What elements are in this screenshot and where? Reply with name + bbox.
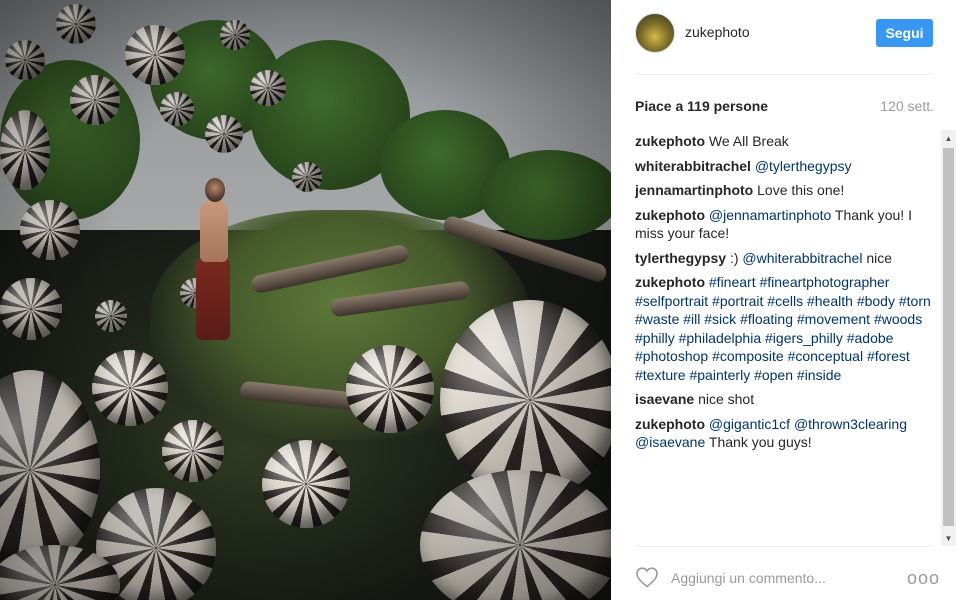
comment-author-link[interactable]: zukephoto	[635, 207, 705, 223]
username-link[interactable]: zukephoto	[685, 24, 750, 40]
hashtag-link[interactable]: #forest	[867, 348, 910, 364]
comment-text: nice shot	[698, 391, 755, 407]
header-divider	[635, 74, 933, 75]
hashtag-link[interactable]: #torn	[899, 293, 931, 309]
hashtag-link[interactable]: #philadelphia	[679, 330, 762, 346]
comment-item: tylerthegypsy :) @whiterabbitrachel nice	[635, 249, 939, 268]
comment-text: Thank you guys!	[705, 434, 812, 450]
comment-item: jennamartinphoto Love this one!	[635, 181, 939, 200]
comment-item: zukephoto We All Break	[635, 132, 939, 151]
comment-author-link[interactable]: zukephoto	[635, 416, 705, 432]
comment-text: nice	[862, 249, 893, 266]
comment-item: whiterabbitrachel @tylerthegypsy	[635, 157, 939, 176]
hashtag-link[interactable]: #inside	[797, 367, 841, 383]
comment-footer: ooo	[611, 548, 956, 600]
comment-input[interactable]	[671, 568, 891, 588]
hashtag-link[interactable]: #photoshop	[635, 348, 708, 364]
mention-link[interactable]: @gigantic1cf	[709, 416, 790, 432]
hashtag-link[interactable]: #cells	[767, 293, 803, 309]
comment-author-link[interactable]: whiterabbitrachel	[635, 158, 751, 174]
hashtag-link[interactable]: #open	[754, 367, 793, 383]
hashtag-link[interactable]: #texture	[635, 367, 686, 383]
comment-author-link[interactable]: jennamartinphoto	[635, 182, 753, 198]
footer-divider	[635, 546, 933, 547]
comment-text: Love this one!	[757, 182, 845, 198]
comments-scrollbar[interactable]: ▲ ▼	[941, 130, 956, 546]
mention-link[interactable]: @jennamartinphoto	[709, 207, 831, 223]
comment-item: zukephoto #fineart #fineartphotographer …	[635, 273, 939, 384]
scroll-thumb[interactable]	[943, 148, 954, 526]
hashtag-link[interactable]: #fineart	[709, 274, 756, 290]
heart-icon[interactable]	[635, 566, 659, 588]
hashtag-link[interactable]: #health	[807, 293, 853, 309]
hashtag-link[interactable]: #adobe	[847, 330, 894, 346]
comment-item: isaevane nice shot	[635, 390, 939, 409]
mention-link[interactable]: @isaevane	[635, 434, 705, 450]
hashtag-link[interactable]: #portrait	[712, 293, 763, 309]
post-photo[interactable]	[0, 0, 611, 600]
hashtag-link[interactable]: #sick	[704, 311, 736, 327]
post-side-panel: zukephoto Segui Piace a 119 persone 120 …	[611, 0, 956, 600]
photo-vignette	[0, 0, 611, 600]
mention-link[interactable]: @tylerthegypsy	[755, 158, 852, 174]
avatar[interactable]	[635, 13, 675, 53]
comment-author-link[interactable]: isaevane	[635, 391, 694, 407]
post-header: zukephoto Segui	[611, 0, 956, 74]
hashtag-link[interactable]: #floating	[740, 311, 793, 327]
mention-link[interactable]: @whiterabbitrachel	[742, 250, 862, 266]
comment-item: zukephoto @jennamartinphoto Thank you! I…	[635, 206, 939, 243]
follow-button[interactable]: Segui	[876, 19, 933, 47]
hashtag-link[interactable]: #body	[857, 293, 895, 309]
hashtag-link[interactable]: #selfportrait	[635, 293, 708, 309]
hashtag-link[interactable]: #conceptual	[788, 348, 864, 364]
comment-author-link[interactable]: tylerthegypsy	[635, 250, 726, 266]
hashtag-link[interactable]: #composite	[712, 348, 784, 364]
comment-item: zukephoto @gigantic1cf @thrown3clearing …	[635, 415, 939, 452]
hashtag-link[interactable]: #ill	[683, 311, 700, 327]
hashtag-link[interactable]: #fineartphotographer	[759, 274, 889, 290]
hashtag-link[interactable]: #movement	[797, 311, 870, 327]
post-timestamp[interactable]: 120 sett.	[880, 98, 934, 114]
likes-count[interactable]: Piace a 119 persone	[635, 98, 768, 114]
comment-text: We All Break	[708, 133, 789, 149]
hashtag-link[interactable]: #igers_philly	[765, 330, 843, 346]
comment-text: :)	[729, 249, 743, 266]
comments-list[interactable]: zukephoto We All Break whiterabbitrachel …	[635, 132, 939, 546]
hashtag-link[interactable]: #waste	[635, 311, 679, 327]
mention-link[interactable]: @thrown3clearing	[794, 416, 907, 432]
comment-author-link[interactable]: zukephoto	[635, 274, 705, 290]
scroll-up-arrow-icon[interactable]: ▲	[941, 130, 956, 146]
scroll-down-arrow-icon[interactable]: ▼	[941, 530, 956, 546]
comment-author-link[interactable]: zukephoto	[635, 133, 705, 149]
hashtag-link[interactable]: #painterly	[689, 367, 750, 383]
more-options-icon[interactable]: ooo	[907, 568, 940, 589]
hashtag-link[interactable]: #philly	[635, 330, 675, 346]
hashtag-link[interactable]: #woods	[874, 311, 922, 327]
